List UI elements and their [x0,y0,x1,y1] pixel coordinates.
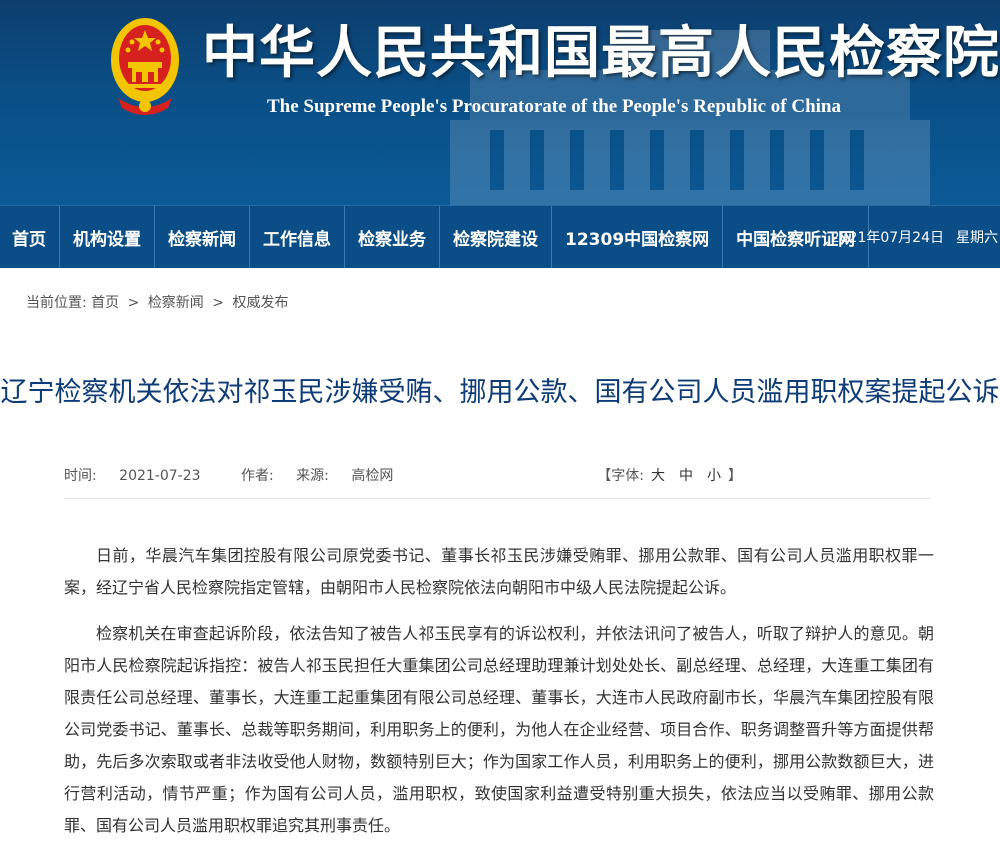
date-text: 2021年07月24日 [830,230,944,246]
current-date: 2021年07月24日 星期六 [831,206,998,268]
font-size-prefix: 【字体: [597,468,644,484]
site-banner: 中华人民共和国最高人民检察院 The Supreme People's Proc… [0,0,1000,205]
meta-source-value: 高检网 [351,468,394,484]
weekday-text: 星期六 [956,230,998,246]
nav-item-organization[interactable]: 机构设置 [60,206,155,268]
nav-item-construction[interactable]: 检察院建设 [440,206,552,268]
article-title: 辽宁检察机关依法对祁玉民涉嫌受贿、挪用公款、国有公司人员滥用职权案提起公诉 [0,377,1000,408]
national-emblem-icon [111,18,179,115]
meta-source: 来源: 高检网 [296,468,411,484]
meta-time-label: 时间: [64,468,97,484]
font-size-suffix: 】 [728,468,742,484]
breadcrumb-separator: > [212,295,224,311]
font-size-control: 【字体: 大中小】 [597,465,742,485]
breadcrumb-separator: > [127,295,140,311]
article-body: 日前，华晨汽车集团控股有限公司原党委书记、董事长祁玉民涉嫌受贿罪、挪用公款罪、国… [64,540,934,856]
nav-item-home[interactable]: 首页 [0,206,60,268]
meta-time: 时间: 2021-07-23 [64,468,219,484]
site-title: 中华人民共和国最高人民检察院 [202,20,1000,86]
font-size-medium-button[interactable]: 中 [679,468,693,484]
meta-divider [64,498,930,499]
breadcrumb-news-link[interactable]: 检察新闻 [148,295,204,311]
font-size-large-button[interactable]: 大 [651,468,665,484]
nav-item-business[interactable]: 检察业务 [345,206,440,268]
nav-item-news[interactable]: 检察新闻 [155,206,250,268]
site-subtitle: The Supreme People's Procuratorate of th… [267,96,841,117]
breadcrumb-prefix: 当前位置: [26,295,87,311]
meta-source-label: 来源: [296,468,329,484]
article-paragraph: 检察机关在审查起诉阶段，依法告知了被告人祁玉民享有的诉讼权利，并依法讯问了被告人… [64,624,934,835]
meta-author-label: 作者: [241,468,274,484]
font-size-small-button[interactable]: 小 [707,468,721,484]
breadcrumb: 当前位置: 首页 > 检察新闻 > 权威发布 [26,292,288,312]
nav-item-12309[interactable]: 12309中国检察网 [552,206,724,268]
main-nav: 首页 机构设置 检察新闻 工作信息 检察业务 检察院建设 12309中国检察网 … [0,205,1000,268]
nav-item-work-info[interactable]: 工作信息 [250,206,345,268]
breadcrumb-authority-link[interactable]: 权威发布 [232,295,288,311]
breadcrumb-home-link[interactable]: 首页 [91,295,119,311]
article-paragraph: 日前，华晨汽车集团控股有限公司原党委书记、董事长祁玉民涉嫌受贿罪、挪用公款罪、国… [64,546,934,597]
meta-time-value: 2021-07-23 [119,468,201,484]
article-meta: 时间: 2021-07-23 作者: 来源: 高检网 【字体: 大中小】 [64,465,930,485]
